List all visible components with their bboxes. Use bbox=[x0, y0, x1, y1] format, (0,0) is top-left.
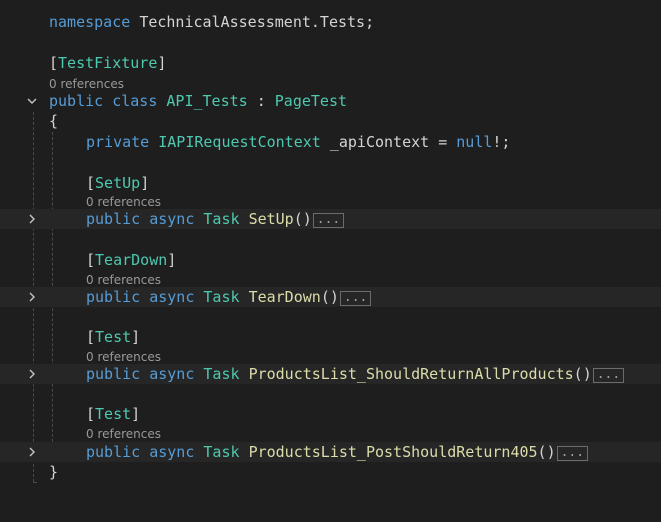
return-type: Task bbox=[203, 443, 240, 461]
fold-toggle-method[interactable] bbox=[25, 364, 39, 384]
keyword: public bbox=[86, 365, 141, 383]
chevron-right-icon bbox=[29, 447, 35, 457]
keyword: public bbox=[49, 92, 104, 110]
attribute-name: TestFixture bbox=[58, 54, 158, 72]
return-type: Task bbox=[203, 288, 240, 306]
code-line-class-attribute: [TestFixture] bbox=[0, 53, 661, 73]
references-link[interactable]: 0 references bbox=[49, 76, 124, 92]
parens: () bbox=[537, 443, 556, 461]
keyword: async bbox=[149, 288, 195, 306]
bracket: ] bbox=[140, 174, 150, 192]
chevron-down-icon bbox=[27, 98, 37, 104]
namespace-name: TechnicalAssessment.Tests bbox=[139, 13, 366, 31]
codelens-method: 0 references bbox=[0, 349, 661, 365]
code-line-field: private IAPIRequestContext _apiContext =… bbox=[0, 132, 661, 152]
chevron-right-icon bbox=[29, 214, 35, 224]
punctuation: !; bbox=[492, 133, 511, 151]
bracket: ] bbox=[167, 251, 177, 269]
method-name: ProductsList_ShouldReturnAllProducts bbox=[248, 365, 574, 383]
method-name: TearDown bbox=[248, 288, 321, 306]
code-line-namespace: namespace TechnicalAssessment.Tests; bbox=[0, 12, 661, 32]
code-line-method-attribute: [Test] bbox=[0, 327, 661, 347]
bracket: [ bbox=[49, 54, 59, 72]
keyword: class bbox=[112, 92, 158, 110]
collapsed-region-button[interactable]: ... bbox=[592, 368, 625, 383]
code-line-method-declaration: public async Task ProductsList_ShouldRet… bbox=[0, 364, 661, 384]
class-name: API_Tests bbox=[166, 92, 248, 110]
fold-toggle-method[interactable] bbox=[25, 209, 39, 229]
codelens-method: 0 references bbox=[0, 426, 661, 442]
code-line-close-brace: } bbox=[0, 462, 661, 482]
codelens-method: 0 references bbox=[0, 194, 661, 210]
return-type: Task bbox=[203, 210, 240, 228]
collapsed-region-button[interactable]: ... bbox=[312, 213, 345, 228]
keyword: public bbox=[86, 288, 141, 306]
code-line-method-declaration: public async Task TearDown()... bbox=[0, 287, 661, 307]
field-type: IAPIRequestContext bbox=[158, 133, 321, 151]
bracket: ] bbox=[157, 54, 167, 72]
code-editor[interactable]: namespace TechnicalAssessment.Tests; [Te… bbox=[0, 0, 661, 504]
collapsed-region-button[interactable]: ... bbox=[339, 291, 372, 306]
parens: () bbox=[320, 288, 339, 306]
null-literal: null bbox=[456, 133, 493, 151]
bracket: [ bbox=[86, 251, 96, 269]
colon: : bbox=[247, 92, 275, 110]
collapsed-region-button[interactable]: ... bbox=[556, 446, 589, 461]
references-link[interactable]: 0 references bbox=[86, 349, 161, 365]
method-name: SetUp bbox=[248, 210, 294, 228]
bracket: ] bbox=[131, 328, 141, 346]
references-link[interactable]: 0 references bbox=[86, 194, 161, 210]
fold-toggle-method[interactable] bbox=[25, 287, 39, 307]
parens: () bbox=[293, 210, 312, 228]
codelens-method: 0 references bbox=[0, 272, 661, 288]
attribute-name: Test bbox=[95, 328, 132, 346]
keyword: public bbox=[86, 210, 141, 228]
code-line-method-attribute: [TearDown] bbox=[0, 250, 661, 270]
bracket: ] bbox=[131, 405, 141, 423]
punctuation: ; bbox=[365, 13, 375, 31]
code-line-method-declaration: public async Task SetUp()... bbox=[0, 209, 661, 229]
codelens-class: 0 references bbox=[0, 76, 661, 92]
attribute-name: Test bbox=[95, 405, 132, 423]
code-line-method-attribute: [SetUp] bbox=[0, 173, 661, 193]
keyword: namespace bbox=[49, 13, 131, 31]
attribute-name: TearDown bbox=[95, 251, 168, 269]
operator: = bbox=[438, 133, 457, 151]
keyword: public bbox=[86, 443, 141, 461]
references-link[interactable]: 0 references bbox=[86, 272, 161, 288]
code-line-class-declaration: public class API_Tests : PageTest bbox=[0, 91, 661, 111]
return-type: Task bbox=[203, 365, 240, 383]
code-line-open-brace: { bbox=[0, 111, 661, 131]
bracket: [ bbox=[86, 328, 96, 346]
fold-end-marker bbox=[33, 482, 37, 483]
method-name: ProductsList_PostShouldReturn405 bbox=[248, 443, 538, 461]
base-class-name: PageTest bbox=[274, 92, 348, 110]
fold-toggle-class[interactable] bbox=[25, 91, 39, 111]
bracket: [ bbox=[86, 405, 96, 423]
keyword: async bbox=[149, 443, 195, 461]
keyword: async bbox=[149, 210, 195, 228]
parens: () bbox=[573, 365, 592, 383]
field-name: _apiContext bbox=[320, 133, 439, 151]
chevron-right-icon bbox=[29, 292, 35, 302]
chevron-right-icon bbox=[29, 369, 35, 379]
code-line-method-declaration: public async Task ProductsList_PostShoul… bbox=[0, 442, 661, 462]
bracket: [ bbox=[86, 174, 96, 192]
keyword: private bbox=[86, 133, 150, 151]
brace: { bbox=[49, 112, 59, 130]
fold-toggle-method[interactable] bbox=[25, 442, 39, 462]
keyword: async bbox=[149, 365, 195, 383]
references-link[interactable]: 0 references bbox=[86, 426, 161, 442]
code-line-method-attribute: [Test] bbox=[0, 404, 661, 424]
attribute-name: SetUp bbox=[95, 174, 141, 192]
brace: } bbox=[49, 463, 59, 481]
